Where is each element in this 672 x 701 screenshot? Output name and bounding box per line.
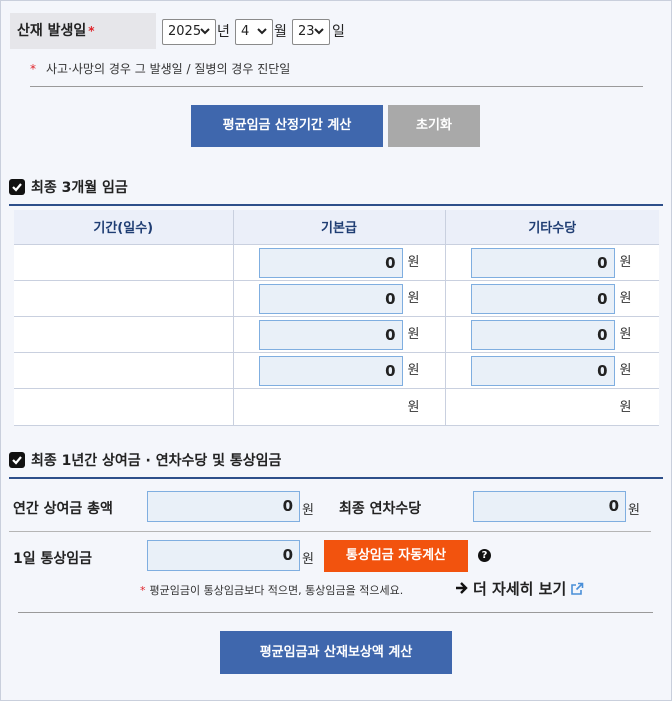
- other-allowance-input[interactable]: 0: [470, 283, 615, 314]
- more-info-link[interactable]: 더 자세히 보기: [455, 578, 584, 600]
- arrow-right-icon: [455, 580, 469, 598]
- won-unit: 원: [407, 326, 420, 342]
- daily-wage-label: 1일 통상임금: [13, 551, 93, 567]
- daily-wage-note: * 평균임금이 통상임금보다 적으면, 통상임금을 적으세요.: [140, 584, 404, 597]
- won-unit: 원: [407, 290, 420, 306]
- table-row: 0원 0원: [14, 280, 659, 317]
- basic-pay-input[interactable]: 0: [258, 283, 403, 314]
- checkbox-checked-icon[interactable]: [9, 452, 25, 468]
- month-select[interactable]: 4: [235, 19, 273, 45]
- divider: [18, 612, 653, 613]
- reset-button[interactable]: 초기화: [388, 105, 480, 147]
- section1-title: 최종 3개월 임금: [9, 178, 128, 198]
- basic-pay-input[interactable]: 0: [258, 247, 403, 278]
- wage-table: 기간(일수) 기본급 기타수당 0원 0원 0원 0원 0원 0원 0원 0원 …: [14, 210, 659, 426]
- year-unit: 년: [217, 24, 230, 40]
- other-allowance-input[interactable]: 0: [470, 319, 615, 350]
- day-select[interactable]: 23: [292, 19, 330, 45]
- day-unit: 일: [332, 24, 345, 40]
- won-unit: 원: [628, 503, 640, 518]
- chevron-down-icon: [257, 28, 267, 35]
- basic-pay-input[interactable]: 0: [258, 355, 403, 386]
- section1-divider: [9, 204, 663, 206]
- external-link-icon: [570, 582, 584, 600]
- bonus-input[interactable]: 0: [147, 491, 300, 522]
- period-cell: [14, 244, 233, 281]
- header-other: 기타수당: [444, 210, 659, 245]
- won-unit: 원: [619, 326, 632, 342]
- other-allowance-input[interactable]: 0: [470, 247, 615, 278]
- basic-pay-input[interactable]: 0: [258, 319, 403, 350]
- table-total-row: 원 원: [14, 388, 659, 426]
- section2-title: 최종 1년간 상여금 · 연차수당 및 통상임금: [9, 451, 281, 471]
- accident-date-label: 산재 발생일 *: [10, 13, 156, 49]
- period-cell: [14, 280, 233, 317]
- won-unit: 원: [302, 503, 314, 518]
- final-calc-button[interactable]: 평균임금과 산재보상액 계산: [220, 631, 452, 674]
- table-row: 0원 0원: [14, 316, 659, 353]
- auto-calc-button[interactable]: 통상임금 자동계산: [324, 540, 468, 572]
- question-circle-icon[interactable]: ?: [478, 549, 491, 562]
- table-row: 0원 0원: [14, 352, 659, 389]
- header-period: 기간(일수): [14, 210, 233, 245]
- period-cell: [14, 352, 233, 389]
- won-unit: 원: [619, 399, 632, 415]
- chevron-down-icon: [314, 28, 324, 35]
- won-unit: 원: [407, 362, 420, 378]
- month-select-value: 4: [241, 24, 250, 39]
- bonus-label: 연간 상여금 총액: [13, 501, 113, 517]
- other-allowance-input[interactable]: 0: [470, 355, 615, 386]
- checkbox-checked-icon[interactable]: [9, 179, 25, 195]
- won-unit: 원: [407, 254, 420, 270]
- year-select-value: 2025: [168, 24, 202, 39]
- won-unit: 원: [619, 254, 632, 270]
- year-select[interactable]: 2025: [162, 19, 216, 45]
- divider: [9, 531, 651, 532]
- month-unit: 월: [274, 24, 287, 40]
- header-basic: 기본급: [232, 210, 445, 245]
- period-cell: [14, 316, 233, 353]
- table-row: 0원 0원: [14, 244, 659, 281]
- daily-wage-input[interactable]: 0: [147, 540, 300, 571]
- won-unit: 원: [619, 362, 632, 378]
- date-note: * 사고·사망의 경우 그 발생일 / 질병의 경우 진단일: [30, 62, 291, 76]
- won-unit: 원: [407, 399, 420, 415]
- required-mark: *: [88, 24, 95, 38]
- won-unit: 원: [619, 290, 632, 306]
- period-total-cell: [14, 388, 233, 426]
- section2-divider: [9, 477, 663, 479]
- chevron-down-icon: [200, 28, 210, 35]
- annual-leave-label: 최종 연차수당: [339, 501, 422, 517]
- calc-period-button[interactable]: 평균임금 산정기간 계산: [191, 105, 383, 147]
- won-unit: 원: [302, 552, 314, 567]
- divider: [30, 86, 643, 87]
- annual-leave-input[interactable]: 0: [473, 491, 626, 522]
